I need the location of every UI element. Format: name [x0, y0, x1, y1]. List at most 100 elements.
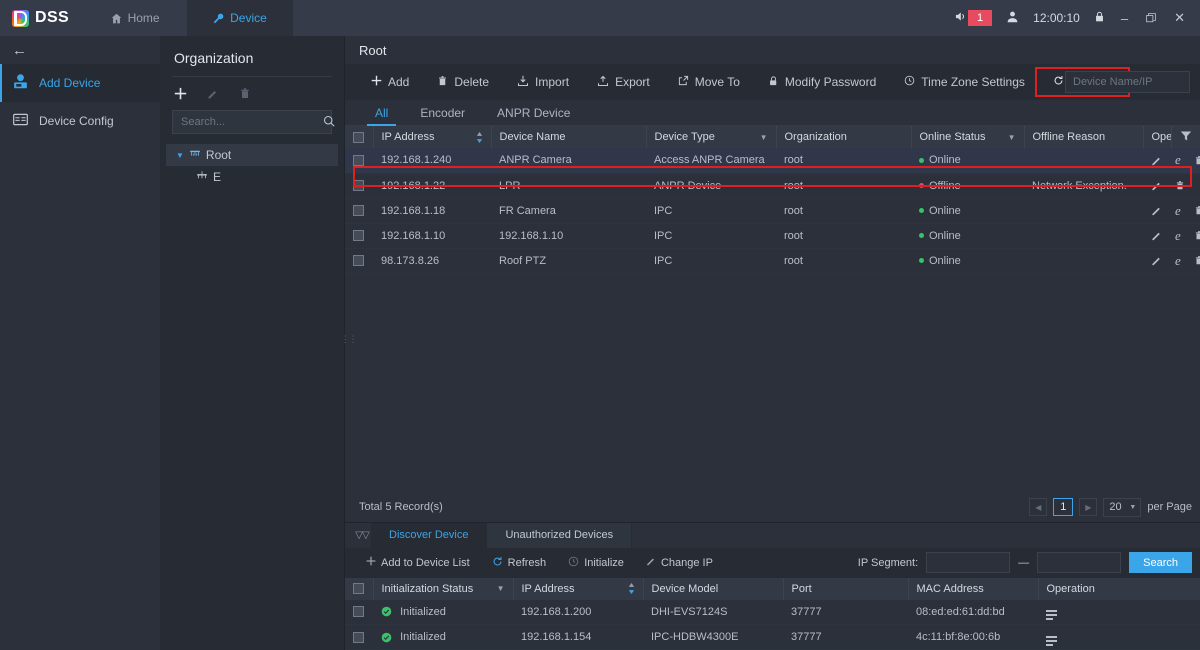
edit-icon[interactable] [1151, 180, 1162, 191]
edit-icon[interactable] [1151, 155, 1162, 166]
edit-icon[interactable] [1151, 205, 1162, 216]
page-size-select[interactable]: 20 ▼ [1103, 498, 1141, 517]
time-zone-settings-button[interactable]: Time Zone Settings [890, 75, 1039, 89]
table-row[interactable]: 192.168.1.18 FR Camera IPC root Online e [345, 198, 1200, 223]
table-row[interactable]: Initialized 192.168.1.200 DHI-EVS7124S 3… [345, 600, 1200, 625]
more-options-icon[interactable] [1046, 610, 1057, 620]
column-initialization-status[interactable]: Initialization Status ▼ [373, 578, 513, 600]
column-online-status[interactable]: Online Status ▼ [911, 126, 1024, 148]
table-row[interactable]: 192.168.1.10 192.168.1.10 IPC root Onlin… [345, 223, 1200, 248]
alarm-sound-button[interactable]: 1 [946, 10, 999, 26]
row-checkbox-cell[interactable] [345, 198, 373, 223]
row-checkbox[interactable] [353, 255, 364, 266]
row-checkbox[interactable] [353, 205, 364, 216]
add-to-device-list-button[interactable]: Add to Device List [355, 556, 481, 569]
tab-encoder[interactable]: Encoder [404, 100, 481, 125]
column-device-name[interactable]: Device Name [491, 126, 646, 148]
delete-icon[interactable] [1175, 180, 1185, 191]
minimize-button[interactable]: – [1112, 11, 1137, 26]
discover-select-all-header[interactable] [345, 578, 373, 600]
row-checkbox[interactable] [353, 155, 364, 166]
filter-icon[interactable] [1180, 133, 1192, 145]
delete-icon[interactable] [1194, 230, 1200, 241]
edit-org-icon[interactable] [207, 88, 219, 100]
chevron-down-icon[interactable]: ▼ [176, 151, 184, 160]
chevron-down-icon[interactable]: ▼ [497, 584, 505, 593]
nav-tab-home[interactable]: Home [83, 0, 187, 36]
modify-password-button[interactable]: Modify Password [754, 75, 890, 90]
column-port[interactable]: Port [783, 578, 908, 600]
export-button[interactable]: Export [583, 75, 664, 90]
column-ip-address[interactable]: IP Address [373, 126, 491, 148]
device-search[interactable] [1065, 71, 1190, 93]
chevron-down-icon[interactable]: ▼ [1008, 133, 1016, 142]
sidebar-item-add-device[interactable]: Add Device [0, 64, 160, 102]
ip-segment-from-input[interactable] [926, 552, 1010, 573]
column-operation[interactable]: Operation [1143, 126, 1172, 148]
edit-icon[interactable] [1151, 230, 1162, 241]
column-organization[interactable]: Organization [776, 126, 911, 148]
sort-updown-icon[interactable] [476, 132, 483, 143]
next-page-button[interactable]: ▶ [1079, 498, 1097, 516]
nav-tab-device[interactable]: Device [187, 0, 293, 36]
column-offline-reason[interactable]: Offline Reason [1024, 126, 1143, 148]
delete-icon[interactable] [1194, 205, 1200, 216]
column-device-type[interactable]: Device Type ▼ [646, 126, 776, 148]
close-button[interactable]: ✕ [1165, 10, 1194, 26]
more-options-icon[interactable] [1046, 636, 1057, 646]
discover-refresh-button[interactable]: Refresh [481, 556, 558, 570]
column-discover-ip-address[interactable]: IP Address [513, 578, 643, 600]
back-button[interactable]: ← [0, 36, 160, 64]
initialize-button[interactable]: Initialize [557, 556, 635, 570]
collapse-panel-icon[interactable]: ▽▽ [353, 523, 371, 548]
tree-node-root[interactable]: ▼ Root [166, 144, 338, 166]
row-checkbox[interactable] [353, 180, 364, 191]
row-checkbox[interactable] [353, 230, 364, 241]
tab-unauthorized-devices[interactable]: Unauthorized Devices [487, 523, 632, 548]
device-search-input[interactable] [1073, 76, 1200, 88]
row-checkbox-cell[interactable] [345, 173, 373, 198]
row-checkbox[interactable] [353, 606, 364, 617]
select-all-header[interactable] [345, 126, 373, 148]
delete-icon[interactable] [1194, 155, 1200, 166]
chevron-down-icon[interactable]: ▼ [760, 133, 768, 142]
column-mac-address[interactable]: MAC Address [908, 578, 1038, 600]
sidebar-item-device-config[interactable]: Device Config [0, 102, 160, 140]
row-checkbox[interactable] [353, 632, 364, 643]
ip-segment-to-input[interactable] [1037, 552, 1121, 573]
delete-icon[interactable] [1194, 255, 1200, 266]
add-org-icon[interactable] [174, 87, 187, 100]
table-row[interactable]: Initialized 192.168.1.154 IPC-HDBW4300E … [345, 625, 1200, 650]
tab-discover-device[interactable]: Discover Device [371, 523, 487, 548]
move-to-button[interactable]: Move To [664, 75, 754, 89]
organization-search-input[interactable] [181, 116, 323, 128]
import-button[interactable]: Import [503, 75, 583, 90]
column-discover-operation[interactable]: Operation [1038, 578, 1200, 600]
row-checkbox-cell[interactable] [345, 223, 373, 248]
prev-page-button[interactable]: ◀ [1029, 498, 1047, 516]
table-row[interactable]: 192.168.1.240 ANPR Camera Access ANPR Ca… [345, 148, 1200, 173]
delete-button[interactable]: Delete [423, 75, 503, 90]
tab-anpr-device[interactable]: ANPR Device [481, 100, 586, 125]
column-filter[interactable] [1172, 126, 1200, 148]
table-row[interactable]: 98.173.8.26 Roof PTZ IPC root Online e [345, 248, 1200, 273]
search-icon[interactable] [323, 115, 335, 130]
tab-all[interactable]: All [359, 100, 404, 125]
discover-select-all-checkbox[interactable] [353, 583, 364, 594]
panel-splitter-handle[interactable]: ⋮⋮ [345, 331, 352, 347]
edit-icon[interactable] [1151, 255, 1162, 266]
column-device-model[interactable]: Device Model [643, 578, 783, 600]
row-checkbox-cell[interactable] [345, 625, 373, 650]
chevron-down-icon[interactable]: ▼ [1129, 504, 1136, 511]
row-checkbox-cell[interactable] [345, 248, 373, 273]
row-checkbox-cell[interactable] [345, 148, 373, 173]
table-row[interactable]: 192.168.1.22 LPR ANPR Device root Offlin… [345, 173, 1200, 198]
lock-button[interactable] [1087, 10, 1112, 26]
select-all-checkbox[interactable] [353, 132, 364, 143]
tree-node-e[interactable]: E [166, 166, 338, 188]
user-button[interactable] [999, 10, 1026, 26]
maximize-button[interactable] [1137, 11, 1165, 26]
ip-search-button[interactable]: Search [1129, 552, 1192, 573]
add-button[interactable]: Add [357, 75, 423, 89]
sort-updown-icon[interactable] [628, 583, 635, 594]
